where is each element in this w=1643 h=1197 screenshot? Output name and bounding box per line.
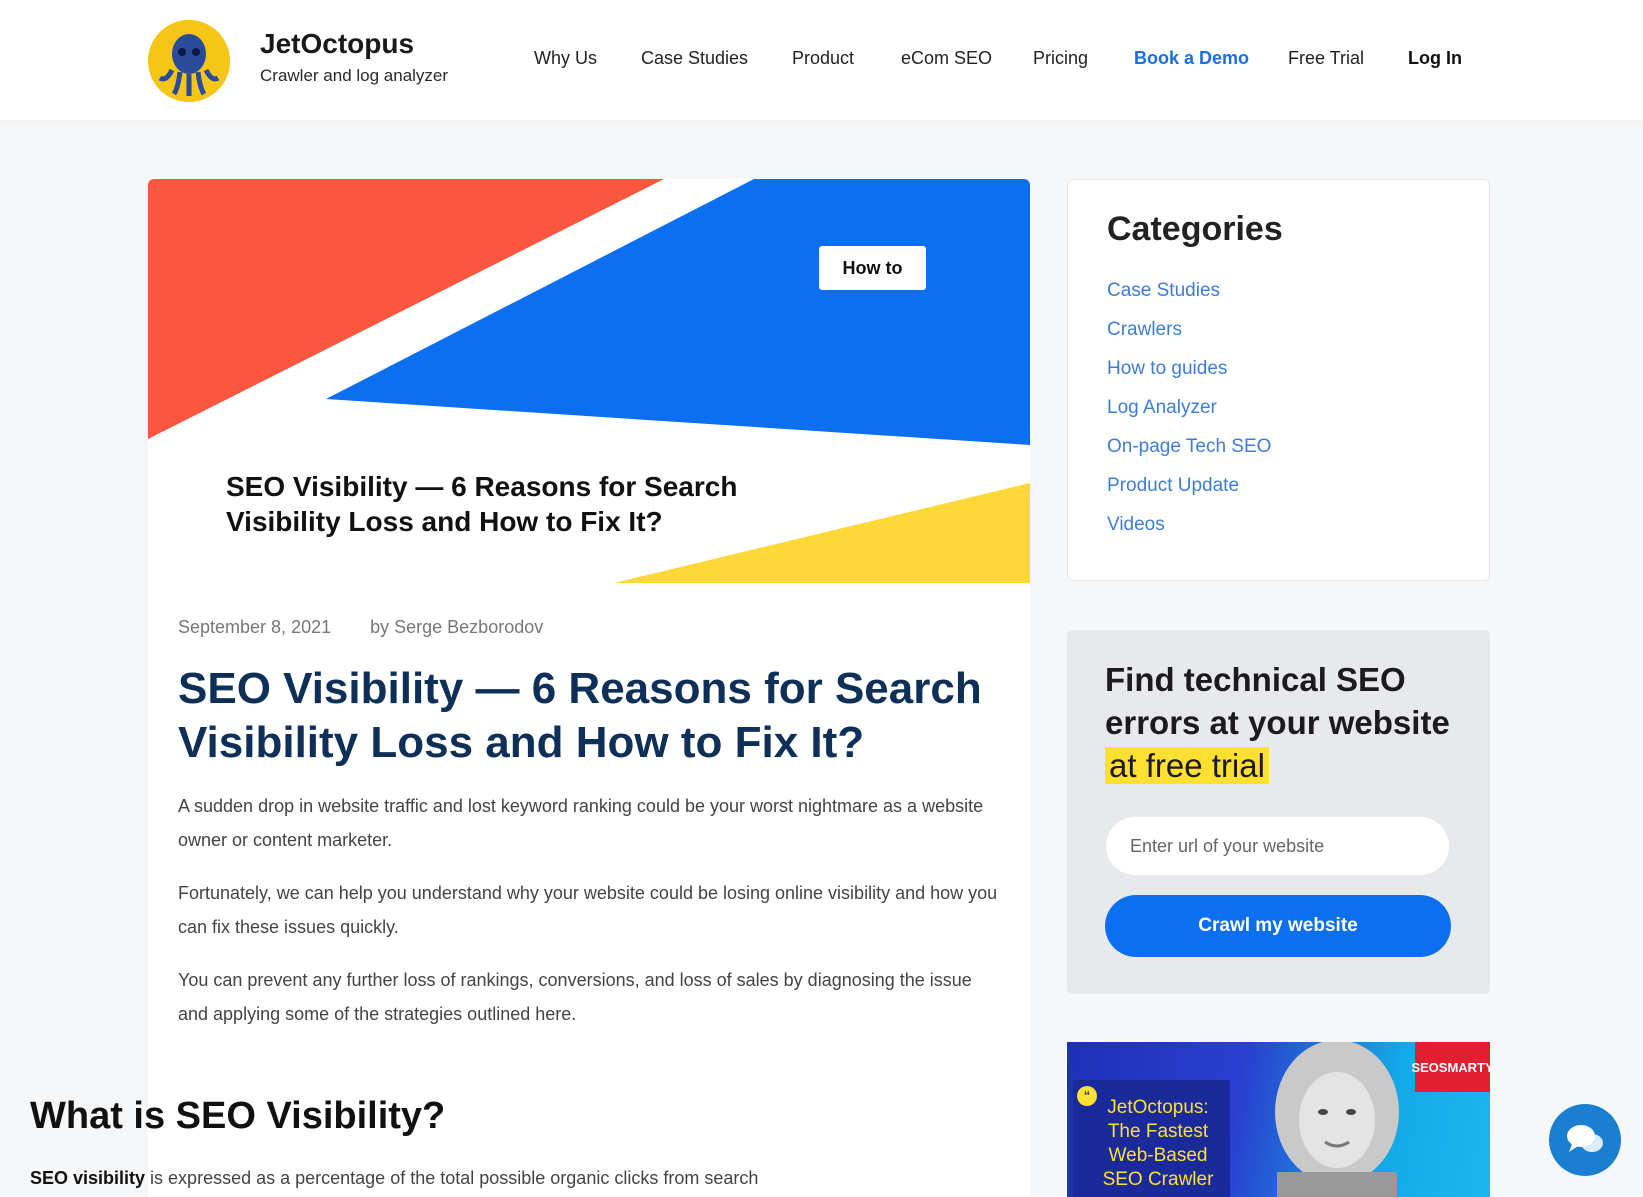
article-card: How to SEO Visibility — 6 Reasons for Se… xyxy=(148,179,1030,1197)
category-link-product-update[interactable]: Product Update xyxy=(1107,475,1271,514)
categories-title: Categories xyxy=(1107,210,1283,248)
jetoctopus-logo-icon[interactable] xyxy=(148,20,230,102)
post-author[interactable]: by Serge Bezborodov xyxy=(370,617,543,637)
crawl-website-button[interactable]: Crawl my website xyxy=(1105,895,1451,957)
article-paragraph: Fortunately, we can help you understand … xyxy=(178,883,998,937)
nav-pricing[interactable]: Pricing xyxy=(1033,48,1088,69)
nav-product[interactable]: Product xyxy=(792,48,854,69)
chat-bubbles-icon xyxy=(1567,1125,1603,1152)
site-header: JetOctopus Crawler and log analyzer Why … xyxy=(0,0,1643,120)
article-paragraph: A sudden drop in website traffic and los… xyxy=(178,796,984,850)
website-url-input[interactable] xyxy=(1106,817,1449,875)
hero-title: SEO Visibility — 6 Reasons for Search Vi… xyxy=(226,471,738,537)
nav-why-us[interactable]: Why Us xyxy=(534,48,597,69)
author-photo xyxy=(1275,1042,1399,1197)
nav-ecom-seo[interactable]: eCom SEO xyxy=(901,48,992,69)
post-date: September 8, 2021 xyxy=(178,617,332,637)
cta-title-text: Find technical SEO errors at your websit… xyxy=(1105,661,1450,741)
article-paragraph: SEO visibility is expressed as a percent… xyxy=(30,1168,860,1189)
category-link-how-to-guides[interactable]: How to guides xyxy=(1107,358,1271,397)
category-link-case-studies[interactable]: Case Studies xyxy=(1107,280,1271,319)
category-link-log-analyzer[interactable]: Log Analyzer xyxy=(1107,397,1271,436)
nav-free-trial[interactable]: Free Trial xyxy=(1288,48,1364,69)
promo-text: JetOctopus: The Fastest Web-Based SEO Cr… xyxy=(1102,1097,1214,1190)
brand-name[interactable]: JetOctopus xyxy=(260,28,414,60)
categories-widget: Categories Case Studies Crawlers How to … xyxy=(1067,179,1490,581)
categories-list: Case Studies Crawlers How to guides Log … xyxy=(1107,280,1271,553)
bold-term: SEO visibility xyxy=(30,1168,146,1188)
cta-title: Find technical SEO errors at your websit… xyxy=(1105,658,1465,787)
category-link-videos[interactable]: Videos xyxy=(1107,514,1271,553)
promo-banner[interactable]: “ JetOctopus: The Fastest Web-Based SEO … xyxy=(1067,1042,1490,1197)
post-meta: September 8, 2021 by Serge Bezborodov xyxy=(178,617,543,638)
cta-title-highlight: at free trial xyxy=(1105,747,1269,784)
category-badge[interactable]: How to xyxy=(819,246,926,290)
brand-tagline: Crawler and log analyzer xyxy=(260,66,449,85)
hero-banner: How to SEO Visibility — 6 Reasons for Se… xyxy=(148,179,1030,583)
category-link-on-page-tech-seo[interactable]: On-page Tech SEO xyxy=(1107,436,1271,475)
article-title: SEO Visibility — 6 Reasons for Search Vi… xyxy=(178,664,982,767)
article-paragraph: You can prevent any further loss of rank… xyxy=(178,970,972,1024)
nav-case-studies[interactable]: Case Studies xyxy=(641,48,748,69)
seosmarty-logo: SEOSMARTY xyxy=(1411,1042,1490,1092)
chat-widget-button[interactable] xyxy=(1549,1104,1621,1176)
category-link-crawlers[interactable]: Crawlers xyxy=(1107,319,1271,358)
nav-book-demo[interactable]: Book a Demo xyxy=(1134,48,1249,69)
paragraph-rest: is expressed as a percentage of the tota… xyxy=(145,1168,759,1188)
nav-log-in[interactable]: Log In xyxy=(1408,48,1462,69)
section-heading: What is SEO Visibility? xyxy=(30,1095,446,1137)
free-trial-cta: Find technical SEO errors at your websit… xyxy=(1067,630,1490,994)
